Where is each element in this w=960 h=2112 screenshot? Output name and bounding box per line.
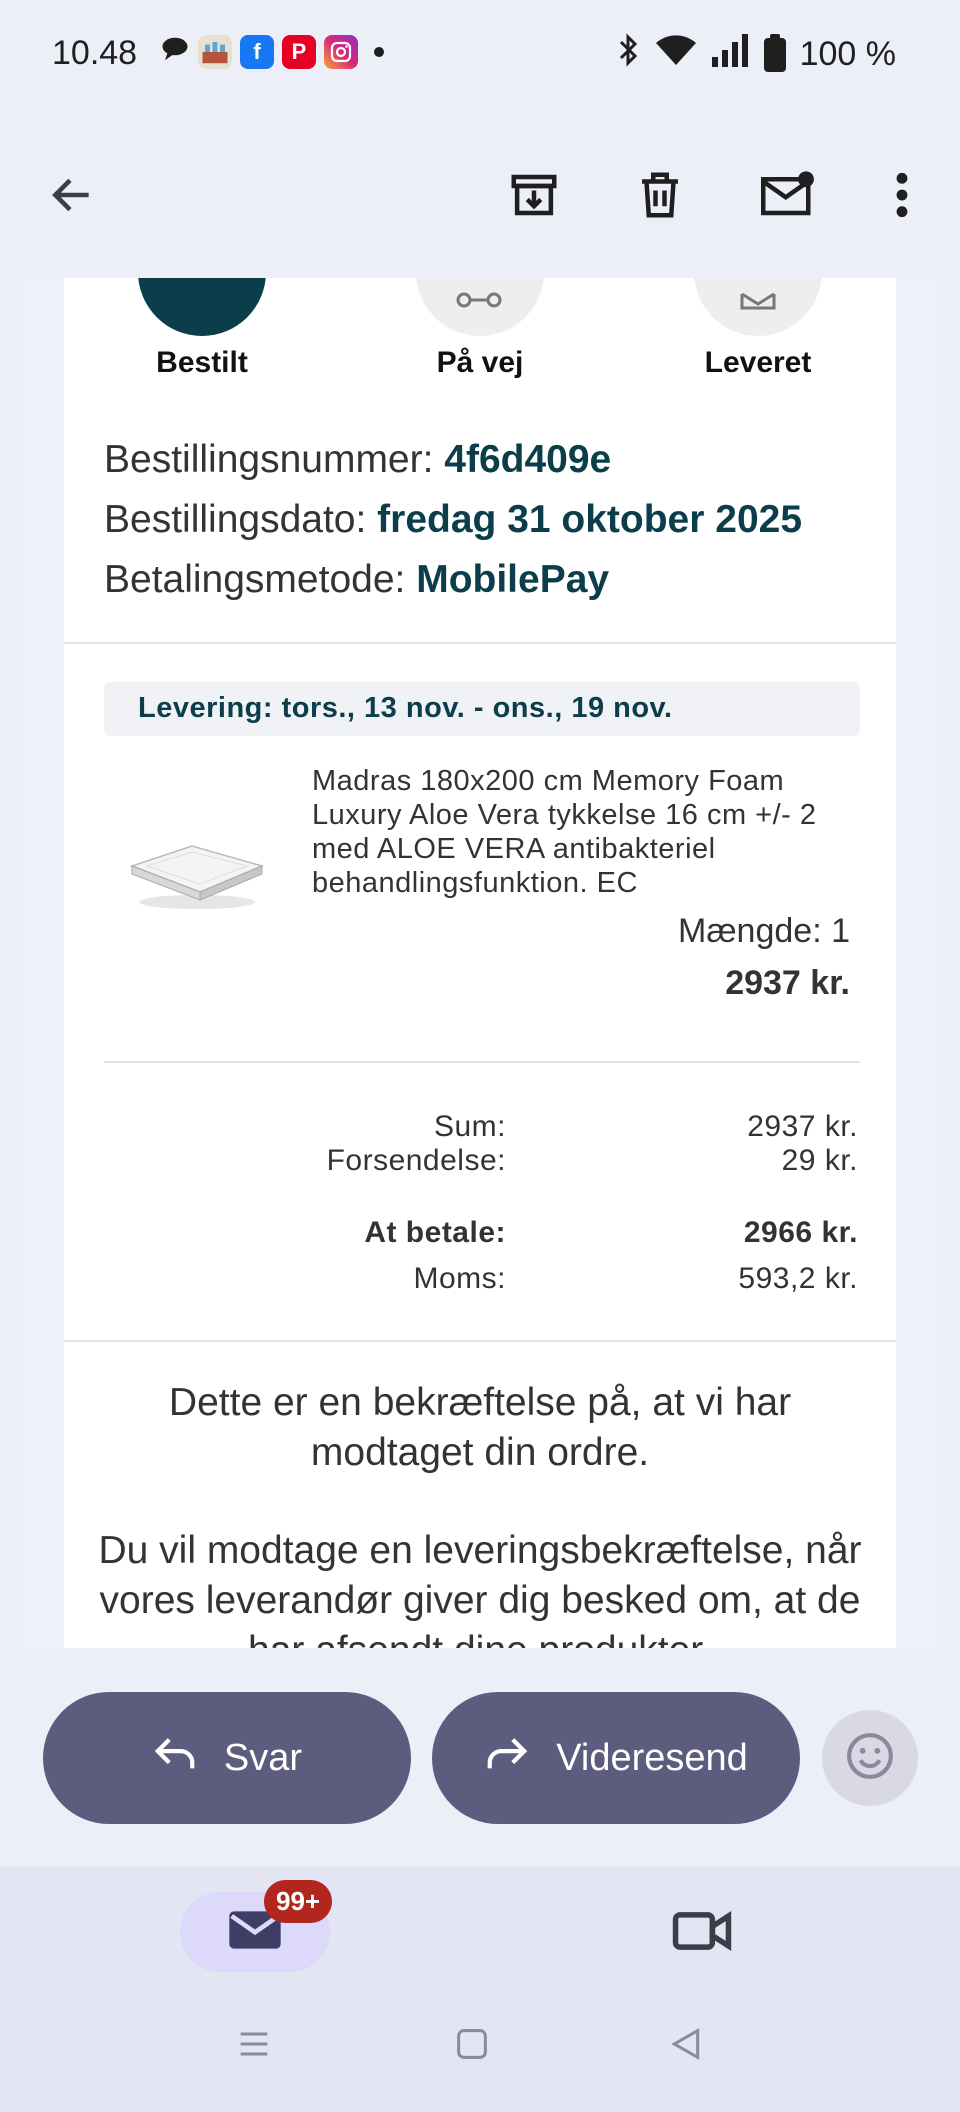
mark-unread-icon[interactable] <box>756 163 820 227</box>
system-navigation-bar <box>0 1984 960 2112</box>
step-shipping-label: På vej <box>436 346 524 379</box>
summary-row-vat: Moms: 593,2 kr. <box>104 1262 860 1298</box>
instagram-icon <box>324 34 358 69</box>
confirmation-text: Dette er en bekræftelse på, at vi har mo… <box>64 1378 896 1648</box>
trash-icon[interactable] <box>628 163 692 227</box>
signal-icon <box>711 33 750 76</box>
system-back-icon[interactable] <box>666 2024 706 2069</box>
product-price: 2937 kr. <box>725 964 850 1002</box>
back-arrow-icon[interactable] <box>40 163 104 227</box>
summary-row-shipping: Forsendelse: 29 kr. <box>104 1144 860 1180</box>
forward-button[interactable]: Videresend <box>432 1692 800 1824</box>
sum-value: 2937 kr. <box>747 1110 858 1143</box>
mailbox-icon <box>740 292 776 310</box>
step-delivered-label: Leveret <box>704 346 812 379</box>
shipping-label: Forsendelse: <box>326 1144 506 1177</box>
content-margin-left <box>22 278 64 1648</box>
confirmation-paragraph-1: Dette er en bekræftelse på, at vi har mo… <box>168 1381 792 1474</box>
chat-bubble-icon <box>160 34 190 69</box>
email-toolbar <box>0 108 960 278</box>
total-label: At betale: <box>364 1216 506 1249</box>
reply-icon <box>152 1733 198 1783</box>
summary-row-total: At betale: 2966 kr. <box>104 1216 860 1252</box>
home-icon[interactable] <box>452 2024 492 2069</box>
order-number-label: Bestillingsnummer: <box>104 438 434 481</box>
reply-bar: Svar Videresend <box>0 1648 960 1866</box>
recent-apps-icon[interactable] <box>234 2024 274 2069</box>
vat-value: 593,2 kr. <box>738 1262 858 1295</box>
order-progress: Bestilt På vej Leveret <box>64 278 896 388</box>
order-number-value: 4f6d409e <box>444 438 612 481</box>
product-image[interactable] <box>122 826 272 916</box>
step-ordered-label: Bestilt <box>156 346 248 379</box>
truck-icon <box>456 292 502 308</box>
email-body: Bestilt På vej Leveret Bestillingsnummer… <box>22 278 938 1648</box>
emoji-reaction-button[interactable] <box>822 1710 918 1806</box>
battery-text: 100 % <box>799 35 896 73</box>
bluetooth-icon <box>616 32 640 77</box>
status-bar: 10.48 f P 100 % <box>0 0 960 108</box>
facebook-icon: f <box>240 34 274 69</box>
status-time: 10.48 <box>52 34 138 72</box>
delivery-window: Levering: tors., 13 nov. - ons., 19 nov. <box>104 682 860 736</box>
divider <box>104 1061 860 1063</box>
app-icon <box>198 34 232 69</box>
bottom-navigation: 99+ <box>0 1866 960 1984</box>
payment-method-row: Betalingsmetode: MobilePay <box>104 550 802 610</box>
order-info: Bestillingsnummer: 4f6d409e Bestillingsd… <box>104 430 802 610</box>
product-description[interactable]: Madras 180x200 cm Memory Foam Luxury Alo… <box>312 764 872 900</box>
confirmation-paragraph-2: Du vil modtage en leveringsbekræftelse, … <box>98 1529 862 1648</box>
sum-label: Sum: <box>433 1110 506 1143</box>
payment-method-label: Betalingsmetode: <box>104 558 406 601</box>
emoji-icon <box>845 1731 895 1786</box>
order-date-label: Bestillingsdato: <box>104 498 367 541</box>
reply-button[interactable]: Svar <box>43 1692 411 1824</box>
wifi-icon <box>654 33 698 76</box>
email-content: Bestilt På vej Leveret Bestillingsnummer… <box>64 278 896 1648</box>
mail-unread-badge: 99+ <box>264 1880 333 1923</box>
order-date-value: fredag 31 oktober 2025 <box>377 498 803 541</box>
step-delivered-circle <box>694 278 822 336</box>
divider <box>64 642 896 644</box>
step-shipping-circle <box>416 278 544 336</box>
more-vert-icon[interactable] <box>870 163 934 227</box>
reply-label: Svar <box>223 1736 303 1779</box>
notification-icons: f P <box>160 34 384 69</box>
total-value: 2966 kr. <box>743 1216 858 1249</box>
content-margin-right <box>896 278 938 1648</box>
battery-icon <box>763 33 786 72</box>
meet-video-icon[interactable] <box>672 1908 732 1959</box>
step-ordered-circle <box>138 278 266 336</box>
forward-icon <box>484 1733 530 1783</box>
pinterest-icon: P <box>282 34 316 69</box>
order-number-row: Bestillingsnummer: 4f6d409e <box>104 430 802 490</box>
shipping-value: 29 kr. <box>781 1144 858 1177</box>
product-quantity: Mængde: 1 <box>678 912 850 950</box>
summary-row-sum: Sum: 2937 kr. <box>104 1110 860 1146</box>
system-status: 100 % <box>616 32 896 77</box>
dot-icon <box>374 46 384 57</box>
payment-method-value: MobilePay <box>416 558 610 601</box>
order-date-row: Bestillingsdato: fredag 31 oktober 2025 <box>104 490 802 550</box>
divider <box>64 1340 896 1342</box>
archive-icon[interactable] <box>502 163 566 227</box>
vat-label: Moms: <box>413 1262 506 1295</box>
forward-label: Videresend <box>556 1736 748 1779</box>
